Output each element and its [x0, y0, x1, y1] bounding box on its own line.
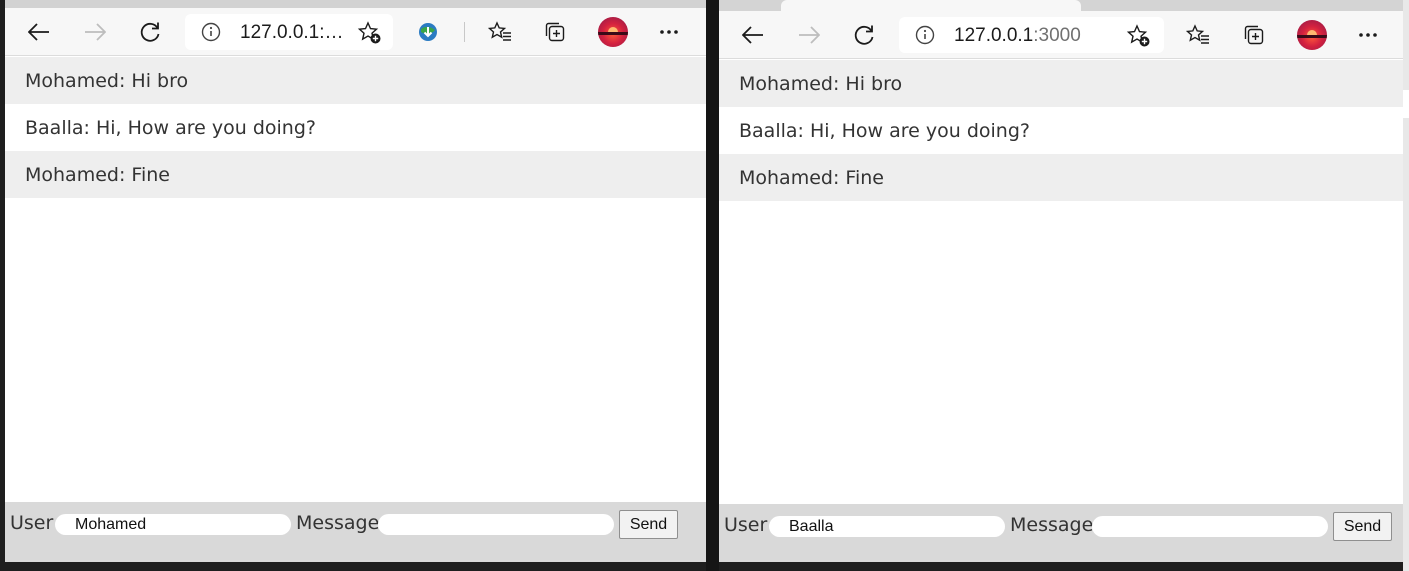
user-input[interactable]: [55, 514, 291, 535]
more-icon[interactable]: [1352, 19, 1384, 51]
chat-form: User Message Send: [719, 504, 1403, 562]
tab-strip: [5, 0, 706, 8]
browser-toolbar: 127.0.0.1:3000: [719, 11, 1403, 59]
address-text: 127.0.0.1:…: [240, 22, 344, 43]
message-input[interactable]: [1092, 516, 1328, 537]
message-item: Baalla: Hi, How are you doing?: [5, 104, 706, 151]
tab-strip: [719, 0, 1403, 11]
info-icon[interactable]: [915, 25, 935, 45]
address-bar[interactable]: 127.0.0.1:3000: [899, 17, 1164, 53]
toolbar-divider: [464, 22, 465, 42]
back-icon[interactable]: [737, 19, 769, 51]
back-icon[interactable]: [23, 16, 55, 48]
message-item: Mohamed: Fine: [719, 154, 1403, 201]
message-input[interactable]: [378, 514, 614, 535]
message-label: Message: [296, 512, 380, 534]
forward-icon[interactable]: [79, 16, 111, 48]
desktop-gap: [706, 0, 719, 571]
profile-avatar[interactable]: [1297, 20, 1327, 50]
send-button[interactable]: Send: [619, 510, 678, 539]
message-item: Mohamed: Hi bro: [719, 60, 1403, 107]
forward-icon[interactable]: [793, 19, 825, 51]
message-item: Mohamed: Fine: [5, 151, 706, 198]
address-text: 127.0.0.1:3000: [954, 25, 1081, 46]
background-window-edge: [1403, 0, 1409, 571]
message-item: Baalla: Hi, How are you doing?: [719, 107, 1403, 154]
active-tab[interactable]: [781, 0, 1081, 11]
message-item: Mohamed: Hi bro: [5, 57, 706, 104]
profile-avatar[interactable]: [598, 17, 628, 47]
collections-icon[interactable]: [539, 16, 571, 48]
favorites-icon[interactable]: [1182, 19, 1214, 51]
browser-window-right: 127.0.0.1:3000 Mohamed: Hi bro Baalla: H…: [719, 0, 1403, 562]
add-favorite-icon[interactable]: [1126, 23, 1152, 49]
user-label: User: [724, 514, 768, 536]
add-favorite-icon[interactable]: [357, 20, 383, 46]
extension-icon[interactable]: [412, 16, 444, 48]
browser-toolbar: 127.0.0.1:…: [5, 8, 706, 56]
chat-form: User Message Send: [5, 502, 706, 562]
refresh-icon[interactable]: [134, 16, 166, 48]
message-list: Mohamed: Hi bro Baalla: Hi, How are you …: [719, 60, 1403, 201]
send-button[interactable]: Send: [1333, 512, 1392, 541]
more-icon[interactable]: [653, 16, 685, 48]
user-label: User: [10, 512, 54, 534]
info-icon[interactable]: [201, 22, 221, 42]
refresh-icon[interactable]: [848, 19, 880, 51]
address-bar[interactable]: 127.0.0.1:…: [185, 14, 393, 50]
message-label: Message: [1010, 514, 1094, 536]
favorites-icon[interactable]: [484, 16, 516, 48]
browser-window-left: 127.0.0.1:… Mohamed: Hi bro Baalla: Hi, …: [5, 0, 706, 562]
collections-icon[interactable]: [1238, 19, 1270, 51]
user-input[interactable]: [769, 516, 1005, 537]
message-list: Mohamed: Hi bro Baalla: Hi, How are you …: [5, 57, 706, 198]
